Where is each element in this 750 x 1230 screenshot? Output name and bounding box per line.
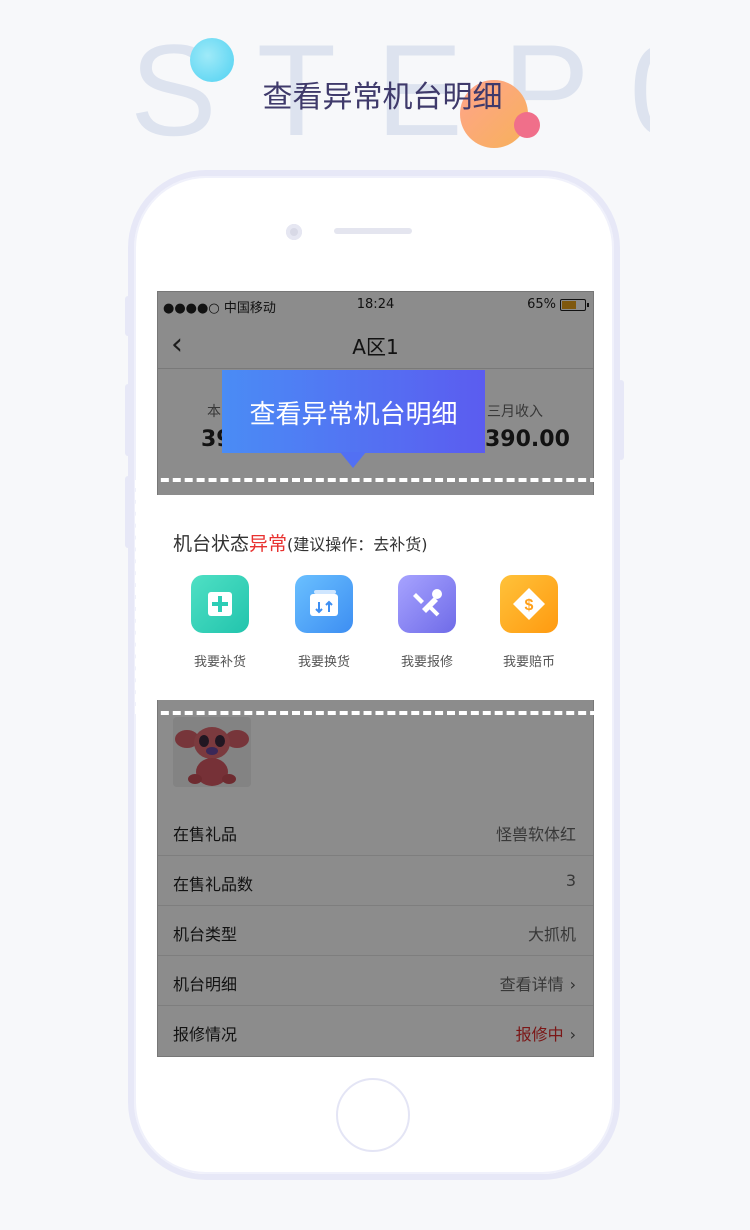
home-button[interactable]	[336, 1078, 410, 1152]
highlight-dashed-left	[135, 480, 139, 714]
machine-status-line: 机台状态异常(建议操作：去补货)	[173, 529, 428, 556]
restock-icon	[191, 575, 249, 633]
status-label: 机台状态	[173, 533, 250, 555]
status-value-abnormal: 异常	[249, 533, 288, 555]
action-repair-button[interactable]: 我要报修	[377, 575, 477, 670]
suggested-action-hint: (建议操作：去补货)	[287, 535, 428, 554]
hero-title: 查看异常机台明细	[262, 80, 503, 115]
action-label: 我要换货	[297, 655, 350, 670]
guide-tooltip: 查看异常机台明细	[222, 370, 485, 468]
action-label: 我要报修	[400, 655, 453, 670]
svg-text:$: $	[525, 597, 534, 614]
front-camera	[286, 224, 302, 240]
action-exchange-button[interactable]: 我要换货	[274, 575, 374, 670]
exchange-icon	[295, 575, 353, 633]
action-label: 我要赔币	[502, 655, 555, 670]
coin-icon: $	[500, 575, 558, 633]
action-restock-button[interactable]: 我要补货	[170, 575, 270, 670]
repair-icon	[398, 575, 456, 633]
highlight-dashed-right	[606, 480, 610, 714]
highlight-dashed-bottom	[137, 711, 610, 715]
tooltip-arrow	[340, 452, 366, 468]
highlight-dashed-top	[137, 478, 610, 482]
earpiece-speaker	[334, 228, 412, 234]
tooltip-text: 查看异常机台明细	[249, 400, 458, 430]
machine-status-card: 机台状态异常(建议操作：去补货) 我要补货 我要换货 我要报修 $ 我要赔币	[155, 495, 594, 700]
action-compensate-coin-button[interactable]: $ 我要赔币	[479, 575, 579, 670]
action-label: 我要补货	[193, 655, 246, 670]
